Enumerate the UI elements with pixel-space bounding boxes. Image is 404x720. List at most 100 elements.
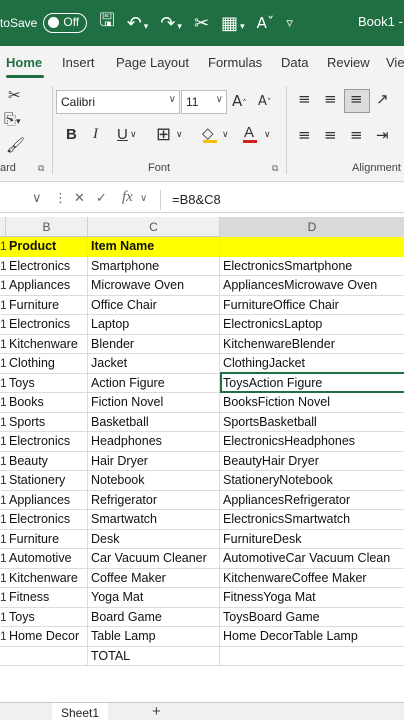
cell-b[interactable]: Fitness xyxy=(6,588,88,608)
cell-c[interactable]: Item Name xyxy=(88,237,220,257)
cell-c[interactable]: Car Vacuum Cleaner xyxy=(88,549,220,569)
tab-review[interactable]: Review xyxy=(327,55,370,70)
cell-b[interactable]: Stationery xyxy=(6,471,88,491)
cell-d[interactable]: BeautyHair Dryer xyxy=(220,452,404,472)
indent-icon[interactable]: ⇥ xyxy=(376,126,389,144)
undo-icon[interactable]: ↶ ▾ xyxy=(127,13,149,34)
tab-page-layout[interactable]: Page Layout xyxy=(116,55,189,70)
tab-formulas[interactable]: Formulas xyxy=(208,55,262,70)
cell-d[interactable] xyxy=(220,647,404,667)
cell-d[interactable]: ToysAction Figure xyxy=(220,374,404,394)
cell-b[interactable]: Furniture xyxy=(6,295,88,315)
cell-c[interactable]: Board Game xyxy=(88,607,220,627)
cell-b[interactable]: Kitchenware xyxy=(6,334,88,354)
cell-b[interactable]: Clothing xyxy=(6,354,88,374)
cell-b[interactable]: Sports xyxy=(6,412,88,432)
name-box-chevron-icon[interactable]: ∨ xyxy=(32,191,42,206)
cell-b[interactable] xyxy=(6,646,88,666)
cell-d[interactable]: ElectronicsLaptop xyxy=(220,315,404,335)
chevron-down-icon[interactable]: ∨ xyxy=(140,193,147,204)
column-header-d[interactable]: D xyxy=(220,217,404,237)
font-color-button[interactable]: A xyxy=(244,124,254,141)
clipboard-launcher-icon[interactable]: ⧉ xyxy=(38,164,44,174)
enter-icon[interactable]: ✓ xyxy=(96,191,107,206)
align-top-icon[interactable]: ≡ xyxy=(298,90,311,108)
cell-c[interactable]: Office Chair xyxy=(88,295,220,315)
align-left-icon[interactable]: ≡ xyxy=(298,126,311,144)
cell-d[interactable]: ToysBoard Game xyxy=(220,608,404,628)
cell-d[interactable]: AutomotiveCar Vacuum Clean xyxy=(220,549,404,569)
cell-c[interactable]: Jacket xyxy=(88,354,220,374)
column-header-b[interactable]: B xyxy=(6,217,88,237)
italic-button[interactable]: I xyxy=(93,126,98,143)
align-right-icon[interactable]: ≡ xyxy=(350,126,363,144)
cell-d[interactable]: KitchenwareCoffee Maker xyxy=(220,569,404,589)
chevron-down-icon[interactable]: ∨ xyxy=(222,130,229,140)
cell-b[interactable]: Beauty xyxy=(6,451,88,471)
font-name-box[interactable]: Calibri ∨ xyxy=(56,90,180,114)
cell-d[interactable]: ClothingJacket xyxy=(220,354,404,374)
cell-d[interactable]: ElectronicsHeadphones xyxy=(220,432,404,452)
cut-icon[interactable]: ✂ xyxy=(8,86,21,104)
cut-icon[interactable]: ✂ xyxy=(194,13,209,34)
align-center-icon[interactable]: ≡ xyxy=(324,126,337,144)
cell-c[interactable]: TOTAL xyxy=(88,646,220,666)
cell-b[interactable]: Automotive xyxy=(6,549,88,569)
cell-d[interactable]: AppliancesMicrowave Oven xyxy=(220,276,404,296)
font-size-box[interactable]: 11 ∨ xyxy=(181,90,227,114)
customize-icon[interactable]: ▿ xyxy=(286,16,293,31)
cell-d[interactable]: StationeryNotebook xyxy=(220,471,404,491)
cell-b[interactable]: Electronics xyxy=(6,510,88,530)
font-launcher-icon[interactable]: ⧉ xyxy=(272,164,278,174)
cell-d[interactable]: SportsBasketball xyxy=(220,413,404,433)
format-painter-icon[interactable]: 🖌 xyxy=(6,136,25,154)
cell-b[interactable]: Electronics xyxy=(6,432,88,452)
formula-input[interactable]: =B8&C8 xyxy=(172,192,221,207)
cell-b[interactable]: Kitchenware xyxy=(6,568,88,588)
sheet-tab[interactable]: Sheet1 xyxy=(52,703,108,720)
align-bottom-icon[interactable]: ≡ xyxy=(350,90,363,108)
cell-d[interactable] xyxy=(220,237,404,257)
chevron-down-icon[interactable]: ∨ xyxy=(176,130,183,140)
tab-home[interactable]: Home xyxy=(6,55,42,70)
copy-icon[interactable]: ⎘▾ xyxy=(4,110,21,128)
cell-c[interactable]: Blender xyxy=(88,334,220,354)
underline-button[interactable]: U xyxy=(117,126,128,143)
cell-b[interactable]: Appliances xyxy=(6,276,88,296)
cell-c[interactable]: Smartphone xyxy=(88,256,220,276)
cell-b[interactable]: Furniture xyxy=(6,529,88,549)
bold-button[interactable]: B xyxy=(66,126,77,143)
insert-function-icon[interactable]: fx xyxy=(122,189,133,206)
cell-c[interactable]: Headphones xyxy=(88,432,220,452)
borders-icon[interactable]: ⊞ xyxy=(156,124,171,145)
cell-c[interactable]: Microwave Oven xyxy=(88,276,220,296)
cell-b[interactable]: Books xyxy=(6,393,88,413)
cell-c[interactable]: Desk xyxy=(88,529,220,549)
grow-font-button[interactable]: A˄ xyxy=(232,92,247,110)
shrink-font-button[interactable]: A˅ xyxy=(258,94,271,109)
cell-b[interactable]: Electronics xyxy=(6,315,88,335)
font-size-icon[interactable]: Aˇ xyxy=(257,14,275,32)
cell-d[interactable]: Home DecorTable Lamp xyxy=(220,627,404,647)
redo-icon[interactable]: ↷ ▾ xyxy=(160,13,182,34)
add-sheet-button[interactable]: + xyxy=(152,703,161,720)
cell-d[interactable]: FurnitureDesk xyxy=(220,530,404,550)
cell-c[interactable]: Yoga Mat xyxy=(88,588,220,608)
more-icon[interactable]: ⋮ xyxy=(54,191,67,206)
tab-data[interactable]: Data xyxy=(281,55,308,70)
cell-b[interactable]: Toys xyxy=(6,373,88,393)
cell-d[interactable]: ElectronicsSmartwatch xyxy=(220,510,404,530)
cell-c[interactable]: Notebook xyxy=(88,471,220,491)
column-header-c[interactable]: C xyxy=(88,217,220,237)
cell-c[interactable]: Table Lamp xyxy=(88,627,220,647)
align-middle-icon[interactable]: ≡ xyxy=(324,90,337,108)
cell-d[interactable]: FurnitureOffice Chair xyxy=(220,296,404,316)
cell-d[interactable]: KitchenwareBlender xyxy=(220,335,404,355)
chevron-down-icon[interactable]: ∨ xyxy=(264,130,271,140)
cell-b[interactable]: Product xyxy=(6,237,88,257)
cell-c[interactable]: Refrigerator xyxy=(88,490,220,510)
chevron-down-icon[interactable]: ∨ xyxy=(130,130,137,140)
cell-c[interactable]: Fiction Novel xyxy=(88,393,220,413)
cell-c[interactable]: Coffee Maker xyxy=(88,568,220,588)
autosave-toggle[interactable]: Off xyxy=(43,13,88,33)
